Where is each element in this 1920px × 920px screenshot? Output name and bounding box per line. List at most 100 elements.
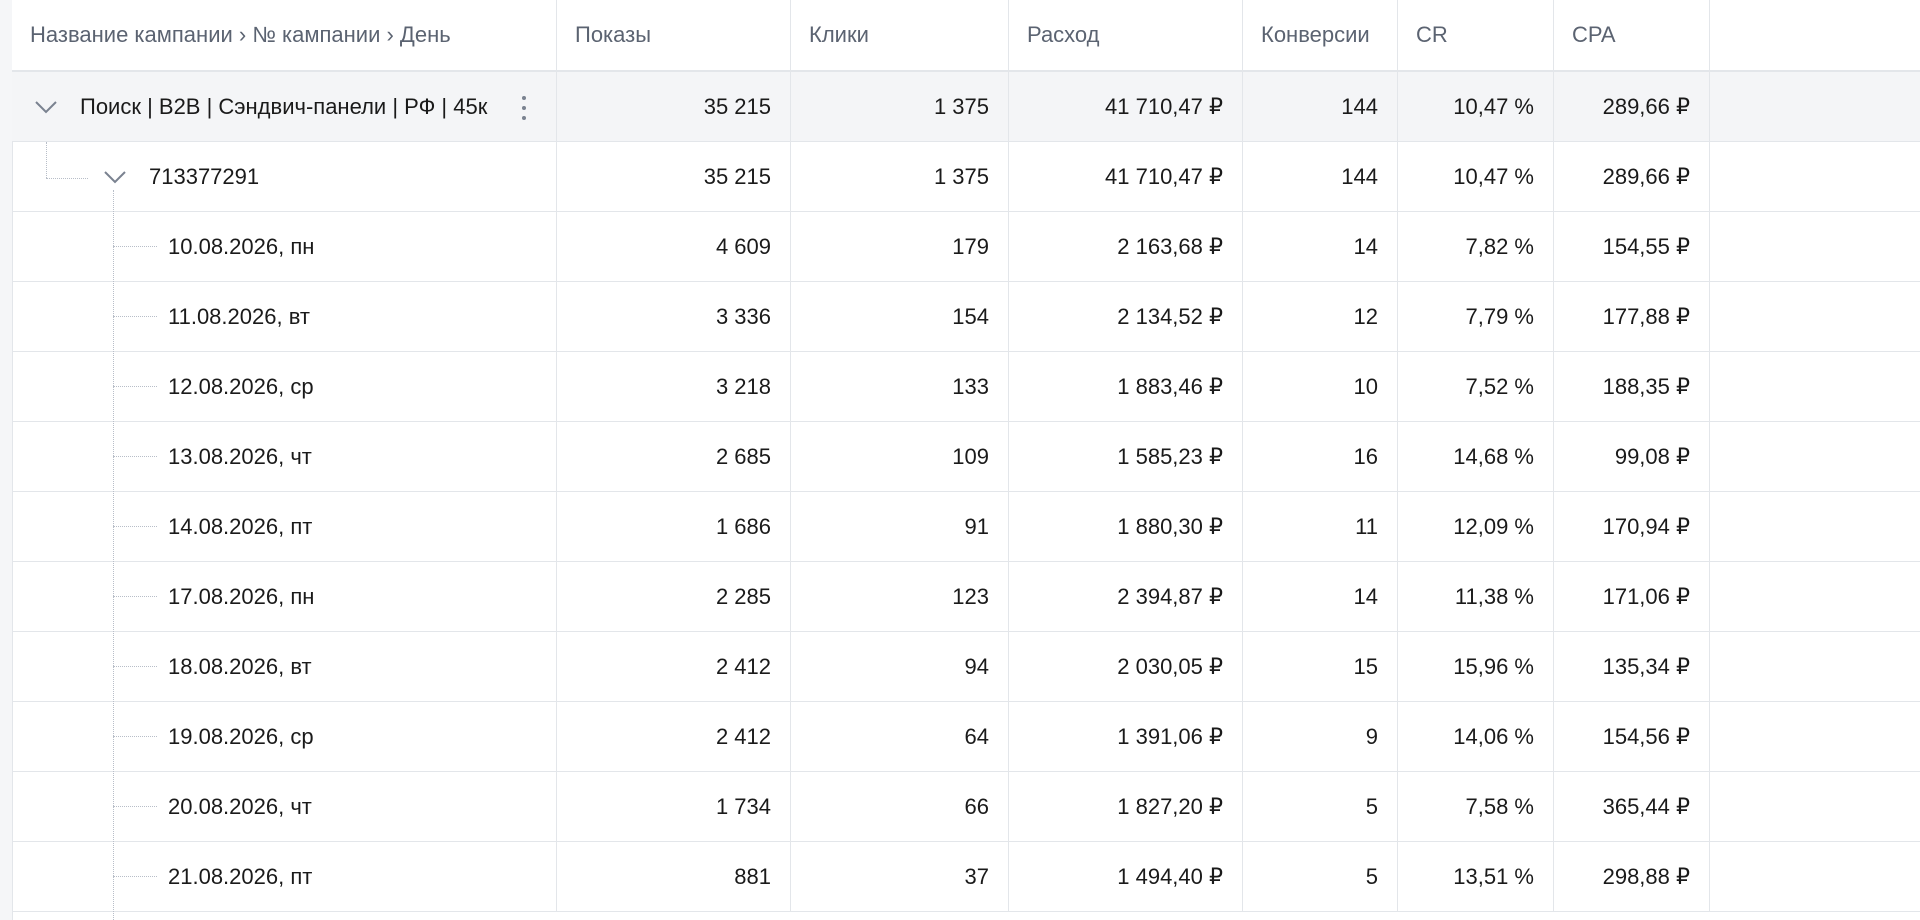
tree-branch <box>113 246 157 247</box>
day-date: 14.08.2026, пт <box>168 514 313 539</box>
kebab-menu-icon[interactable] <box>514 96 534 120</box>
campaign-row[interactable]: Поиск | B2B | Сэндвич-панели | РФ | 45к … <box>12 72 1920 142</box>
campaign-id-conversions: 144 <box>1243 142 1398 211</box>
day-date: 20.08.2026, чт <box>168 794 312 819</box>
campaign-clicks: 1 375 <box>791 72 1009 141</box>
table-row[interactable]: 14.08.2026, пт 1 686 91 1 880,30 ₽11 12,09 %… <box>12 492 1920 562</box>
tree-branch <box>113 316 157 317</box>
day-cpa: 170,94 ₽ <box>1554 492 1710 561</box>
day-name-cell: 14.08.2026, пт <box>12 492 557 561</box>
day-clicks: 133 <box>791 352 1009 421</box>
day-cost: 1 391,06 ₽ <box>1009 702 1243 771</box>
day-cr: 13,51 % <box>1398 842 1554 911</box>
day-cr: 7,79 % <box>1398 282 1554 351</box>
day-empty-cell <box>1710 492 1920 561</box>
table-row[interactable]: 21.08.2026, пт 881 37 1 494,40 ₽5 13,51 % 298… <box>12 842 1920 912</box>
campaign-cost: 41 710,47 ₽ <box>1009 72 1243 141</box>
day-cost: 1 827,20 ₽ <box>1009 772 1243 841</box>
campaign-cpa: 289,66 ₽ <box>1554 72 1710 141</box>
day-date: 13.08.2026, чт <box>168 444 312 469</box>
day-conversions: 5 <box>1243 842 1398 911</box>
column-header-conversions[interactable]: Конверсии <box>1243 0 1398 70</box>
day-cpa: 365,44 ₽ <box>1554 772 1710 841</box>
table-row[interactable]: 12.08.2026, ср 3 218 133 1 883,46 ₽10 7,52 %… <box>12 352 1920 422</box>
column-header-cr[interactable]: CR <box>1398 0 1554 70</box>
day-impressions: 881 <box>557 842 791 911</box>
table-row[interactable]: 17.08.2026, пн 2 285 123 2 394,87 ₽14 11,38 … <box>12 562 1920 632</box>
day-clicks: 94 <box>791 632 1009 701</box>
day-clicks: 37 <box>791 842 1009 911</box>
table-row[interactable]: 11.08.2026, вт 3 336 154 2 134,52 ₽12 7,79 %… <box>12 282 1920 352</box>
day-name-cell: 18.08.2026, вт <box>12 632 557 701</box>
day-name-cell: 13.08.2026, чт <box>12 422 557 491</box>
chevron-down-icon[interactable] <box>33 94 59 120</box>
day-cost: 1 494,40 ₽ <box>1009 842 1243 911</box>
day-empty-cell <box>1710 212 1920 281</box>
table-row[interactable]: 19.08.2026, ср 2 412 64 1 391,06 ₽9 14,06 % 1… <box>12 702 1920 772</box>
day-impressions: 2 285 <box>557 562 791 631</box>
day-conversions: 14 <box>1243 212 1398 281</box>
day-conversions: 11 <box>1243 492 1398 561</box>
campaign-conversions: 144 <box>1243 72 1398 141</box>
tree-branch <box>113 806 157 807</box>
day-cost: 2 134,52 ₽ <box>1009 282 1243 351</box>
campaign-id-cr: 10,47 % <box>1398 142 1554 211</box>
day-cost: 1 585,23 ₽ <box>1009 422 1243 491</box>
day-cost: 2 394,87 ₽ <box>1009 562 1243 631</box>
day-cpa: 154,55 ₽ <box>1554 212 1710 281</box>
day-cpa: 171,06 ₽ <box>1554 562 1710 631</box>
campaign-cr: 10,47 % <box>1398 72 1554 141</box>
column-header-name[interactable]: Название кампании › № кампании › День <box>12 0 557 70</box>
day-date: 18.08.2026, вт <box>168 654 312 679</box>
day-impressions: 3 336 <box>557 282 791 351</box>
column-header-clicks[interactable]: Клики <box>791 0 1009 70</box>
campaign-id-row[interactable]: 713377291 35 215 1 375 41 710,47 ₽ 144 1… <box>12 142 1920 212</box>
campaign-name[interactable]: Поиск | B2B | Сэндвич-панели | РФ | 45к <box>80 94 487 120</box>
day-cr: 14,68 % <box>1398 422 1554 491</box>
day-name-cell: 21.08.2026, пт <box>12 842 557 911</box>
campaign-id[interactable]: 713377291 <box>149 164 259 190</box>
table-row[interactable]: 20.08.2026, чт 1 734 66 1 827,20 ₽5 7,58 % 36… <box>12 772 1920 842</box>
campaign-id-impressions: 35 215 <box>557 142 791 211</box>
day-clicks: 123 <box>791 562 1009 631</box>
day-cost: 2 030,05 ₽ <box>1009 632 1243 701</box>
campaign-id-cpa: 289,66 ₽ <box>1554 142 1710 211</box>
day-empty-cell <box>1710 632 1920 701</box>
day-empty-cell <box>1710 352 1920 421</box>
day-impressions: 4 609 <box>557 212 791 281</box>
day-clicks: 154 <box>791 282 1009 351</box>
day-conversions: 15 <box>1243 632 1398 701</box>
stats-table: Название кампании › № кампании › День По… <box>12 0 1920 920</box>
table-row[interactable]: 13.08.2026, чт 2 685 109 1 585,23 ₽16 14,68 … <box>12 422 1920 492</box>
tree-branch <box>113 596 157 597</box>
column-header-cpa[interactable]: CPA <box>1554 0 1710 70</box>
day-cpa: 188,35 ₽ <box>1554 352 1710 421</box>
day-cr: 14,06 % <box>1398 702 1554 771</box>
day-date: 12.08.2026, ср <box>168 374 314 399</box>
campaign-id-cost: 41 710,47 ₽ <box>1009 142 1243 211</box>
day-empty-cell <box>1710 772 1920 841</box>
tree-connector <box>113 190 114 920</box>
column-header-empty <box>1710 0 1920 70</box>
day-conversions: 5 <box>1243 772 1398 841</box>
day-name-cell: 10.08.2026, пн <box>12 212 557 281</box>
day-empty-cell <box>1710 282 1920 351</box>
table-row[interactable]: 18.08.2026, вт 2 412 94 2 030,05 ₽15 15,96 %… <box>12 632 1920 702</box>
day-name-cell: 11.08.2026, вт <box>12 282 557 351</box>
day-cost: 1 883,46 ₽ <box>1009 352 1243 421</box>
day-clicks: 64 <box>791 702 1009 771</box>
day-cost: 2 163,68 ₽ <box>1009 212 1243 281</box>
day-date: 19.08.2026, ср <box>168 724 314 749</box>
day-date: 21.08.2026, пт <box>168 864 313 889</box>
column-header-impressions[interactable]: Показы <box>557 0 791 70</box>
column-header-cost[interactable]: Расход <box>1009 0 1243 70</box>
day-clicks: 179 <box>791 212 1009 281</box>
day-cr: 7,52 % <box>1398 352 1554 421</box>
day-cpa: 177,88 ₽ <box>1554 282 1710 351</box>
day-clicks: 66 <box>791 772 1009 841</box>
day-conversions: 14 <box>1243 562 1398 631</box>
tree-branch <box>113 666 157 667</box>
day-date: 10.08.2026, пн <box>168 234 315 259</box>
chevron-down-icon[interactable] <box>102 164 128 190</box>
table-row[interactable]: 10.08.2026, пн 4 609 179 2 163,68 ₽14 7,82 %… <box>12 212 1920 282</box>
